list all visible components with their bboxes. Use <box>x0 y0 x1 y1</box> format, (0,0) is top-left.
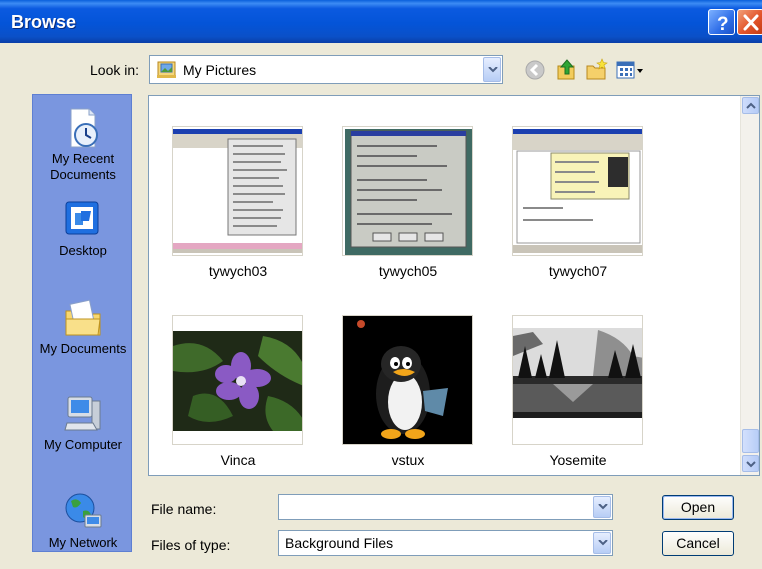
place-my-network[interactable]: My Network <box>33 491 133 551</box>
back-arrow-icon <box>525 60 545 80</box>
file-name-label[interactable]: vstux <box>328 452 488 468</box>
look-in-dropdown-arrow[interactable] <box>483 57 501 82</box>
place-label: My Network <box>48 535 118 550</box>
file-name-label[interactable]: tywych03 <box>158 263 318 279</box>
title-bar: Browse ? <box>0 0 762 43</box>
look-in-label: Look in: <box>90 62 140 78</box>
new-folder-icon <box>586 58 608 80</box>
my-documents-icon <box>63 297 103 337</box>
file-name-label: File name: <box>151 501 217 517</box>
question-icon: ? <box>717 14 729 35</box>
file-name-label[interactable]: tywych05 <box>328 263 488 279</box>
thumbnail-tywych03[interactable] <box>172 126 303 256</box>
files-of-type-value: Background Files <box>285 535 394 551</box>
files-of-type-dropdown-arrow[interactable] <box>593 532 611 554</box>
vertical-scrollbar[interactable] <box>740 96 759 475</box>
screenshot-thumbnail-image <box>513 127 642 255</box>
place-label: My Recent Documents <box>50 151 116 182</box>
file-name-dropdown-arrow[interactable] <box>593 496 611 518</box>
files-of-type-dropdown[interactable]: Background Files <box>278 530 613 556</box>
file-list-view[interactable]: tywych03 tywych05 tywych07 Vinca vstux Y… <box>148 95 760 476</box>
flower-photo-image <box>173 316 302 444</box>
scroll-down-button[interactable] <box>742 455 759 472</box>
chevron-down-icon <box>746 461 756 468</box>
scroll-up-button[interactable] <box>742 97 759 114</box>
look-in-value: My Pictures <box>183 62 257 78</box>
chevron-down-icon <box>598 540 608 546</box>
up-folder-icon <box>557 59 575 80</box>
file-name-input[interactable] <box>278 494 613 520</box>
close-icon <box>743 14 759 31</box>
look-in-dropdown[interactable]: My Pictures <box>149 55 503 84</box>
file-name-label[interactable]: Vinca <box>158 452 318 468</box>
back-button[interactable] <box>522 57 548 83</box>
scroll-thumb[interactable] <box>742 429 759 453</box>
files-of-type-label: Files of type: <box>151 537 231 553</box>
place-label: My Documents <box>39 341 127 356</box>
chevron-down-icon <box>598 504 608 510</box>
place-label: My Computer <box>43 437 123 452</box>
recent-documents-icon <box>63 107 103 148</box>
place-my-recent-documents[interactable]: My Recent Documents <box>33 107 133 183</box>
cancel-button[interactable]: Cancel <box>662 531 734 556</box>
thumbnail-vinca[interactable] <box>172 315 303 445</box>
desktop-icon <box>63 199 103 239</box>
screenshot-thumbnail-image <box>343 127 472 255</box>
new-folder-button[interactable] <box>584 57 610 83</box>
chevron-down-icon <box>488 66 498 72</box>
view-menu-icon <box>616 61 643 79</box>
thumbnail-tywych07[interactable] <box>512 126 643 256</box>
open-button[interactable]: Open <box>662 495 734 520</box>
close-button[interactable] <box>737 9 762 35</box>
window-title: Browse <box>11 12 77 32</box>
up-folder-button[interactable] <box>554 57 580 83</box>
penguin-image <box>343 316 472 444</box>
chevron-up-icon <box>746 102 756 109</box>
thumbnail-vstux[interactable] <box>342 315 473 445</box>
my-network-icon <box>63 491 103 531</box>
place-desktop[interactable]: Desktop <box>33 199 133 259</box>
my-pictures-icon <box>157 61 176 78</box>
thumbnail-yosemite[interactable] <box>512 315 643 445</box>
file-name-label[interactable]: tywych07 <box>498 263 658 279</box>
place-label: Desktop <box>59 243 107 258</box>
help-button[interactable]: ? <box>708 9 735 35</box>
svg-text:?: ? <box>717 14 729 35</box>
place-my-computer[interactable]: My Computer <box>33 393 133 453</box>
thumbnail-tywych05[interactable] <box>342 126 473 256</box>
landscape-photo-image <box>513 316 642 444</box>
my-computer-icon <box>63 393 103 433</box>
view-menu-button[interactable] <box>614 57 648 83</box>
places-bar: My Recent Documents Desktop My Documents <box>32 94 132 552</box>
screenshot-thumbnail-image <box>173 127 302 255</box>
place-my-documents[interactable]: My Documents <box>33 297 133 357</box>
file-name-label[interactable]: Yosemite <box>498 452 658 468</box>
